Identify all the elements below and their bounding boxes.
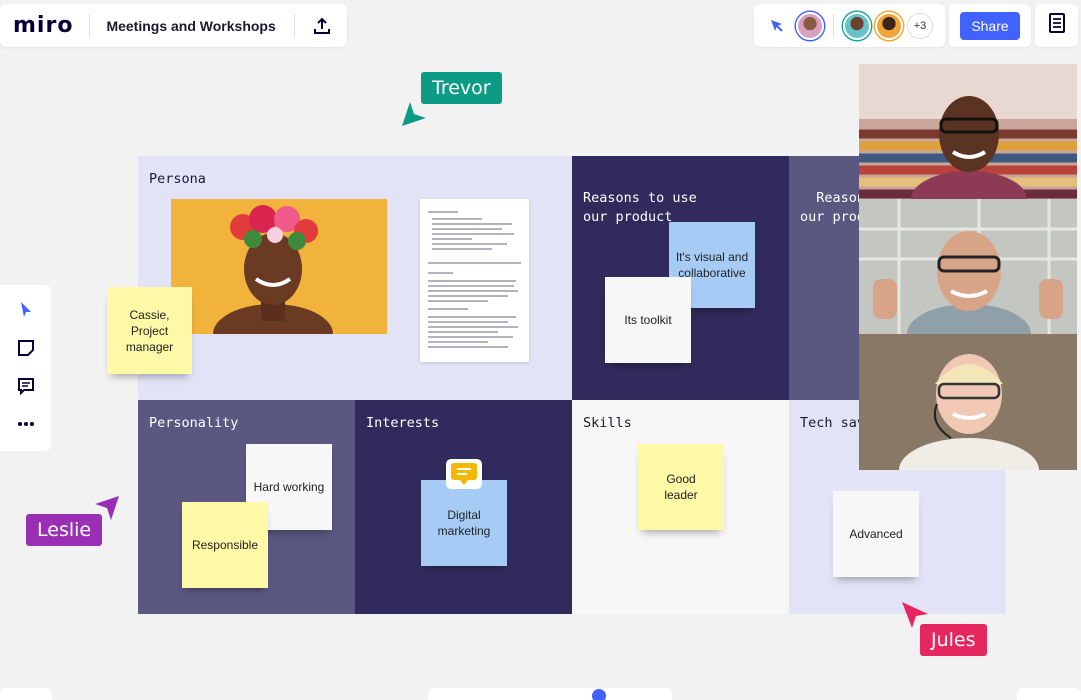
video-feed[interactable] (859, 199, 1077, 334)
sticky-note[interactable]: Its toolkit (605, 277, 691, 363)
comment-icon[interactable] (15, 375, 37, 397)
divider (293, 13, 295, 38)
cell-title: Reasons to use our product (800, 190, 859, 225)
sticky-note-icon[interactable] (15, 337, 37, 359)
cell-title: Interests (366, 415, 440, 431)
follow-icon[interactable] (768, 16, 788, 36)
sticky-text: Good leader (664, 472, 698, 502)
video-feed[interactable] (859, 334, 1077, 470)
cell-title: Reasons to use our product (583, 190, 697, 225)
bottom-left-panel (0, 688, 52, 700)
more-icon[interactable] (15, 413, 37, 435)
avatar[interactable] (843, 11, 871, 40)
cell-title: Personality (149, 415, 239, 431)
cursor-label-trevor: Trevor (421, 72, 502, 104)
reasons-cell-2[interactable]: Reasons to use our product (789, 156, 859, 400)
left-toolbar (0, 285, 51, 451)
video-feed[interactable] (859, 64, 1077, 199)
sticky-text: Digital marketing (437, 508, 491, 538)
miro-logo[interactable]: miro (13, 13, 73, 38)
export-icon[interactable] (311, 15, 333, 37)
cursor-arrow-icon (400, 100, 430, 133)
bottom-right-panel (1017, 688, 1081, 700)
select-cursor-icon[interactable] (15, 299, 37, 321)
divider (833, 13, 834, 38)
cell-title: Skills (583, 415, 632, 431)
sticky-text: Advanced (849, 527, 903, 541)
sticky-note[interactable]: Cassie, Project manager (107, 287, 192, 374)
cell-title: Persona (149, 171, 206, 187)
collaborators-panel: +3 (754, 4, 945, 47)
share-button[interactable]: Share (960, 11, 1020, 40)
avatar[interactable] (875, 11, 903, 40)
notes-panel (1035, 4, 1078, 47)
notes-icon[interactable] (1048, 13, 1066, 38)
avatar[interactable] (796, 11, 824, 40)
notification-badge (592, 689, 606, 700)
sticky-text: Its toolkit (624, 313, 672, 327)
divider (89, 13, 91, 38)
sticky-text: Cassie, Project manager (125, 307, 174, 354)
board-title[interactable]: Meetings and Workshops (106, 18, 275, 34)
sticky-note[interactable]: Good leader (638, 444, 724, 530)
sticky-note[interactable]: Digital marketing (421, 480, 507, 566)
sticky-text: Responsible (191, 538, 259, 552)
cursor-arrow-icon (91, 494, 121, 527)
sticky-note[interactable]: Advanced (833, 491, 919, 577)
more-collaborators-badge[interactable]: +3 (907, 12, 933, 39)
share-panel: Share (949, 4, 1031, 47)
cursor-arrow-icon (900, 600, 930, 635)
research-document[interactable] (420, 199, 529, 362)
bottom-center-panel[interactable] (428, 688, 672, 700)
comment-badge-icon[interactable] (446, 459, 482, 489)
sticky-text: Hard working (253, 480, 325, 494)
board-header: miro Meetings and Workshops (0, 4, 347, 47)
sticky-note[interactable]: Responsible (182, 502, 268, 588)
persona-photo[interactable] (171, 199, 387, 334)
